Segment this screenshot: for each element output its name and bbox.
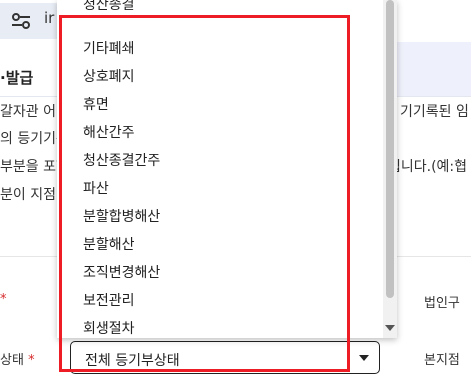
dropdown-option[interactable]: 해산간주 xyxy=(83,122,135,142)
status-label: 상태 * xyxy=(0,349,35,368)
scrollbar-thumb[interactable] xyxy=(386,0,394,298)
dropdown-option[interactable]: 청산종결 xyxy=(83,0,135,14)
status-label-text: 상태 xyxy=(0,353,24,368)
caret-down-icon xyxy=(359,355,369,361)
notice-line-1: 갈자관 어 xyxy=(0,104,56,120)
dropdown-option[interactable]: 분할해산 xyxy=(83,234,135,254)
notice-line-1-right: 기기록된 임 xyxy=(400,104,469,120)
nav-item-issue[interactable]: ·발급 xyxy=(0,67,33,88)
branch-label: 본지점 xyxy=(424,353,460,368)
dropdown-option[interactable]: 회생절차 xyxy=(83,318,135,338)
dropdown-option[interactable]: 기타폐쇄 xyxy=(83,38,135,58)
scroll-down-icon[interactable] xyxy=(385,325,395,331)
notice-line-3-right: 됩니다.(예:협 xyxy=(388,159,468,175)
dropdown-option[interactable]: 조직변경해산 xyxy=(83,262,160,282)
registry-status-value: 전체 등기부상태 xyxy=(85,353,180,369)
status-required-mark: * xyxy=(28,353,35,368)
status-dropdown-list: 청산종결 기타폐쇄 상호폐지 휴면 해산간주 청산종결간주 파산 분할합병해산 … xyxy=(57,0,397,338)
corporation-type-label: 법인구 xyxy=(424,296,460,311)
dropdown-option[interactable]: 상호폐지 xyxy=(83,66,135,86)
required-mark: * xyxy=(0,292,7,307)
dropdown-option[interactable]: 보전관리 xyxy=(83,290,135,310)
dropdown-option[interactable]: 청산종결간주 xyxy=(83,150,160,170)
nav-highlight xyxy=(388,42,471,96)
address-bar-text: ir xyxy=(44,9,55,27)
registry-status-select[interactable]: 전체 등기부상태 xyxy=(70,341,380,374)
dropdown-option[interactable]: 파산 xyxy=(83,178,109,198)
dropdown-option[interactable]: 휴면 xyxy=(83,94,109,114)
tune-icon[interactable] xyxy=(10,12,32,30)
dropdown-option[interactable]: 분할합병해산 xyxy=(83,206,160,226)
